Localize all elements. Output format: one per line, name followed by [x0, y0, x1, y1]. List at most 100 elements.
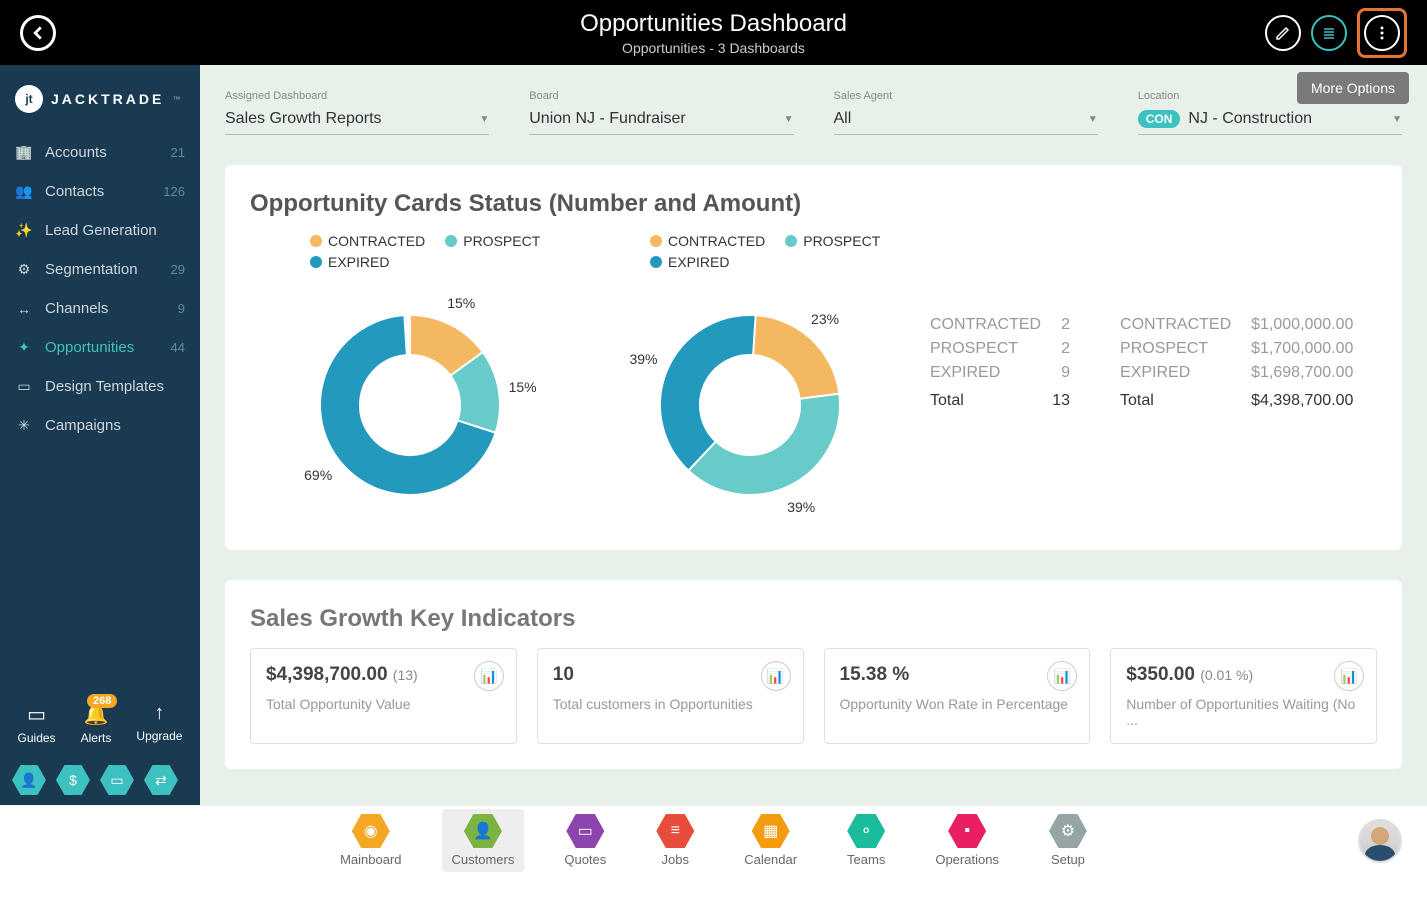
logo-text: JACKTRADE [51, 91, 164, 107]
sidebar-tools: ▭Guides 268🔔Alerts ↑Upgrade [0, 692, 200, 755]
kpi-card[interactable]: 📊10 Total customers in Opportunities [537, 648, 804, 744]
back-icon [31, 26, 45, 40]
legend-number: CONTRACTED PROSPECT EXPIRED [250, 233, 570, 270]
kpi-label: Number of Opportunities Waiting (No ... [1126, 696, 1361, 728]
back-button[interactable] [20, 15, 56, 51]
bottom-nav-label: Jobs [656, 852, 694, 867]
filter-label: Sales Agent [834, 90, 1098, 102]
stats-amount: CONTRACTED$1,000,000.00PROSPECT$1,700,00… [1120, 313, 1353, 525]
bottom-nav-operations[interactable]: ▪Operations [925, 809, 1009, 872]
bottom-nav-mainboard[interactable]: ◉Mainboard [330, 809, 411, 872]
hex-button[interactable]: 👤 [12, 765, 46, 795]
stat-total-label: Total [930, 392, 964, 410]
bottom-nav-label: Operations [935, 852, 999, 867]
tool-label: Alerts [81, 731, 112, 745]
bottom-nav-jobs[interactable]: ≡ Jobs [646, 809, 704, 872]
tool-upgrade[interactable]: ↑Upgrade [136, 702, 182, 745]
legend-item: CONTRACTED [310, 233, 425, 249]
stat-label: PROSPECT [1120, 340, 1208, 358]
sidebar-item-design-templates[interactable]: ▭Design Templates [0, 367, 200, 406]
nav-icon: ↔ [15, 301, 33, 317]
location-badge: CON [1138, 110, 1181, 128]
bottom-nav-icon: ⚙ [1049, 814, 1087, 848]
stat-value: $1,698,700.00 [1251, 364, 1353, 382]
legend-label: PROSPECT [463, 233, 540, 249]
kpi-value: $350.00 (0.01 %) [1126, 664, 1361, 686]
legend-item: PROSPECT [445, 233, 540, 249]
legend-dot [310, 256, 322, 268]
stats-number: CONTRACTED2PROSPECT2EXPIRED9Total13 [930, 313, 1070, 525]
kpi-card[interactable]: 📊$350.00 (0.01 %)Number of Opportunities… [1110, 648, 1377, 744]
hex-button[interactable]: ▭ [100, 765, 134, 795]
legend-dot [785, 235, 797, 247]
chart-icon: 📊 [1047, 661, 1077, 691]
tool-alerts[interactable]: 268🔔Alerts [81, 702, 112, 745]
bottom-nav-setup[interactable]: ⚙Setup [1039, 809, 1097, 872]
kpi-sub: (13) [393, 667, 418, 683]
nav-icon: 👥 [15, 183, 33, 200]
nav-label: Opportunities [45, 339, 134, 356]
legend-dot [650, 235, 662, 247]
edit-button[interactable] [1265, 15, 1301, 51]
header-center: Opportunities Dashboard Opportunities - … [580, 10, 847, 56]
sidebar-item-lead-generation[interactable]: ✨Lead Generation [0, 211, 200, 250]
logo[interactable]: jt JACKTRADE ™ [0, 65, 200, 133]
tool-guides[interactable]: ▭Guides [18, 702, 56, 745]
user-avatar[interactable] [1358, 819, 1402, 863]
hex-button[interactable]: $ [56, 765, 90, 795]
kpi-card[interactable]: 📊15.38 % Opportunity Won Rate in Percent… [824, 648, 1091, 744]
sidebar-item-channels[interactable]: ↔Channels9 [0, 289, 200, 328]
chevron-down-icon: ▼ [1088, 114, 1098, 125]
sidebar-item-accounts[interactable]: 🏢Accounts21 [0, 133, 200, 172]
stat-label: PROSPECT [930, 340, 1018, 358]
hex-button[interactable]: ⇄ [144, 765, 178, 795]
tool-label: Upgrade [136, 729, 182, 743]
filter-sales-agent[interactable]: Sales Agent All▼ [834, 90, 1098, 135]
more-options-button[interactable] [1364, 15, 1400, 51]
nav-count: 126 [163, 184, 185, 199]
sidebar-item-campaigns[interactable]: ✳Campaigns [0, 406, 200, 445]
page-subtitle: Opportunities - 3 Dashboards [580, 40, 847, 56]
kpi-row: 📊$4,398,700.00 (13)Total Opportunity Val… [250, 648, 1377, 744]
list-button[interactable] [1311, 15, 1347, 51]
chart-amount-col: CONTRACTEDPROSPECTEXPIRED 23%39%39% [590, 233, 910, 525]
legend-dot [650, 256, 662, 268]
more-options-tooltip: More Options [1297, 72, 1409, 104]
stat-total-value: 13 [1052, 392, 1070, 410]
bottom-nav-calendar[interactable]: ▦Calendar [734, 809, 807, 872]
filter-label: Assigned Dashboard [225, 90, 489, 102]
sales-growth-card: Sales Growth Key Indicators 📊$4,398,700.… [225, 580, 1402, 769]
donut-percent-label: 15% [447, 295, 475, 311]
filter-assigned-dashboard[interactable]: Assigned DashboardSales Growth Reports▼ [225, 90, 489, 135]
donut-percent-label: 39% [787, 499, 815, 515]
stat-label: CONTRACTED [930, 316, 1041, 334]
legend-item: EXPIRED [310, 254, 389, 270]
kpi-card[interactable]: 📊$4,398,700.00 (13)Total Opportunity Val… [250, 648, 517, 744]
filter-label: Board [529, 90, 793, 102]
bottom-nav-label: Customers [452, 852, 515, 867]
bottom-nav-quotes[interactable]: ▭Quotes [554, 809, 616, 872]
more-options-highlight [1357, 8, 1407, 58]
filter-value: All▼ [834, 110, 1098, 135]
legend-dot [310, 235, 322, 247]
stat-row: EXPIRED$1,698,700.00 [1120, 361, 1353, 385]
bottom-nav-icon: ≡ [656, 814, 694, 848]
bottom-nav-teams[interactable]: ⚬Teams [837, 809, 895, 872]
filter-value: Union NJ - Fundraiser▼ [529, 110, 793, 135]
sidebar-item-segmentation[interactable]: ⚙Segmentation29 [0, 250, 200, 289]
legend-dot [445, 235, 457, 247]
legend-label: CONTRACTED [668, 233, 765, 249]
stat-label: CONTRACTED [1120, 316, 1231, 334]
stat-total-label: Total [1120, 392, 1154, 410]
bottom-nav-customers[interactable]: 👤Customers [442, 809, 525, 872]
stat-row: PROSPECT2 [930, 337, 1070, 361]
legend-item: PROSPECT [785, 233, 880, 249]
sidebar-item-opportunities[interactable]: ✦Opportunities44 [0, 328, 200, 367]
card-title: Opportunity Cards Status (Number and Amo… [250, 190, 1377, 218]
stat-row: PROSPECT$1,700,000.00 [1120, 337, 1353, 361]
filter-board[interactable]: Board Union NJ - Fundraiser▼ [529, 90, 793, 135]
stats-block: CONTRACTED2PROSPECT2EXPIRED9Total13 CONT… [930, 233, 1353, 525]
nav-label: Channels [45, 300, 108, 317]
pencil-icon [1275, 25, 1291, 41]
sidebar-item-contacts[interactable]: 👥Contacts126 [0, 172, 200, 211]
